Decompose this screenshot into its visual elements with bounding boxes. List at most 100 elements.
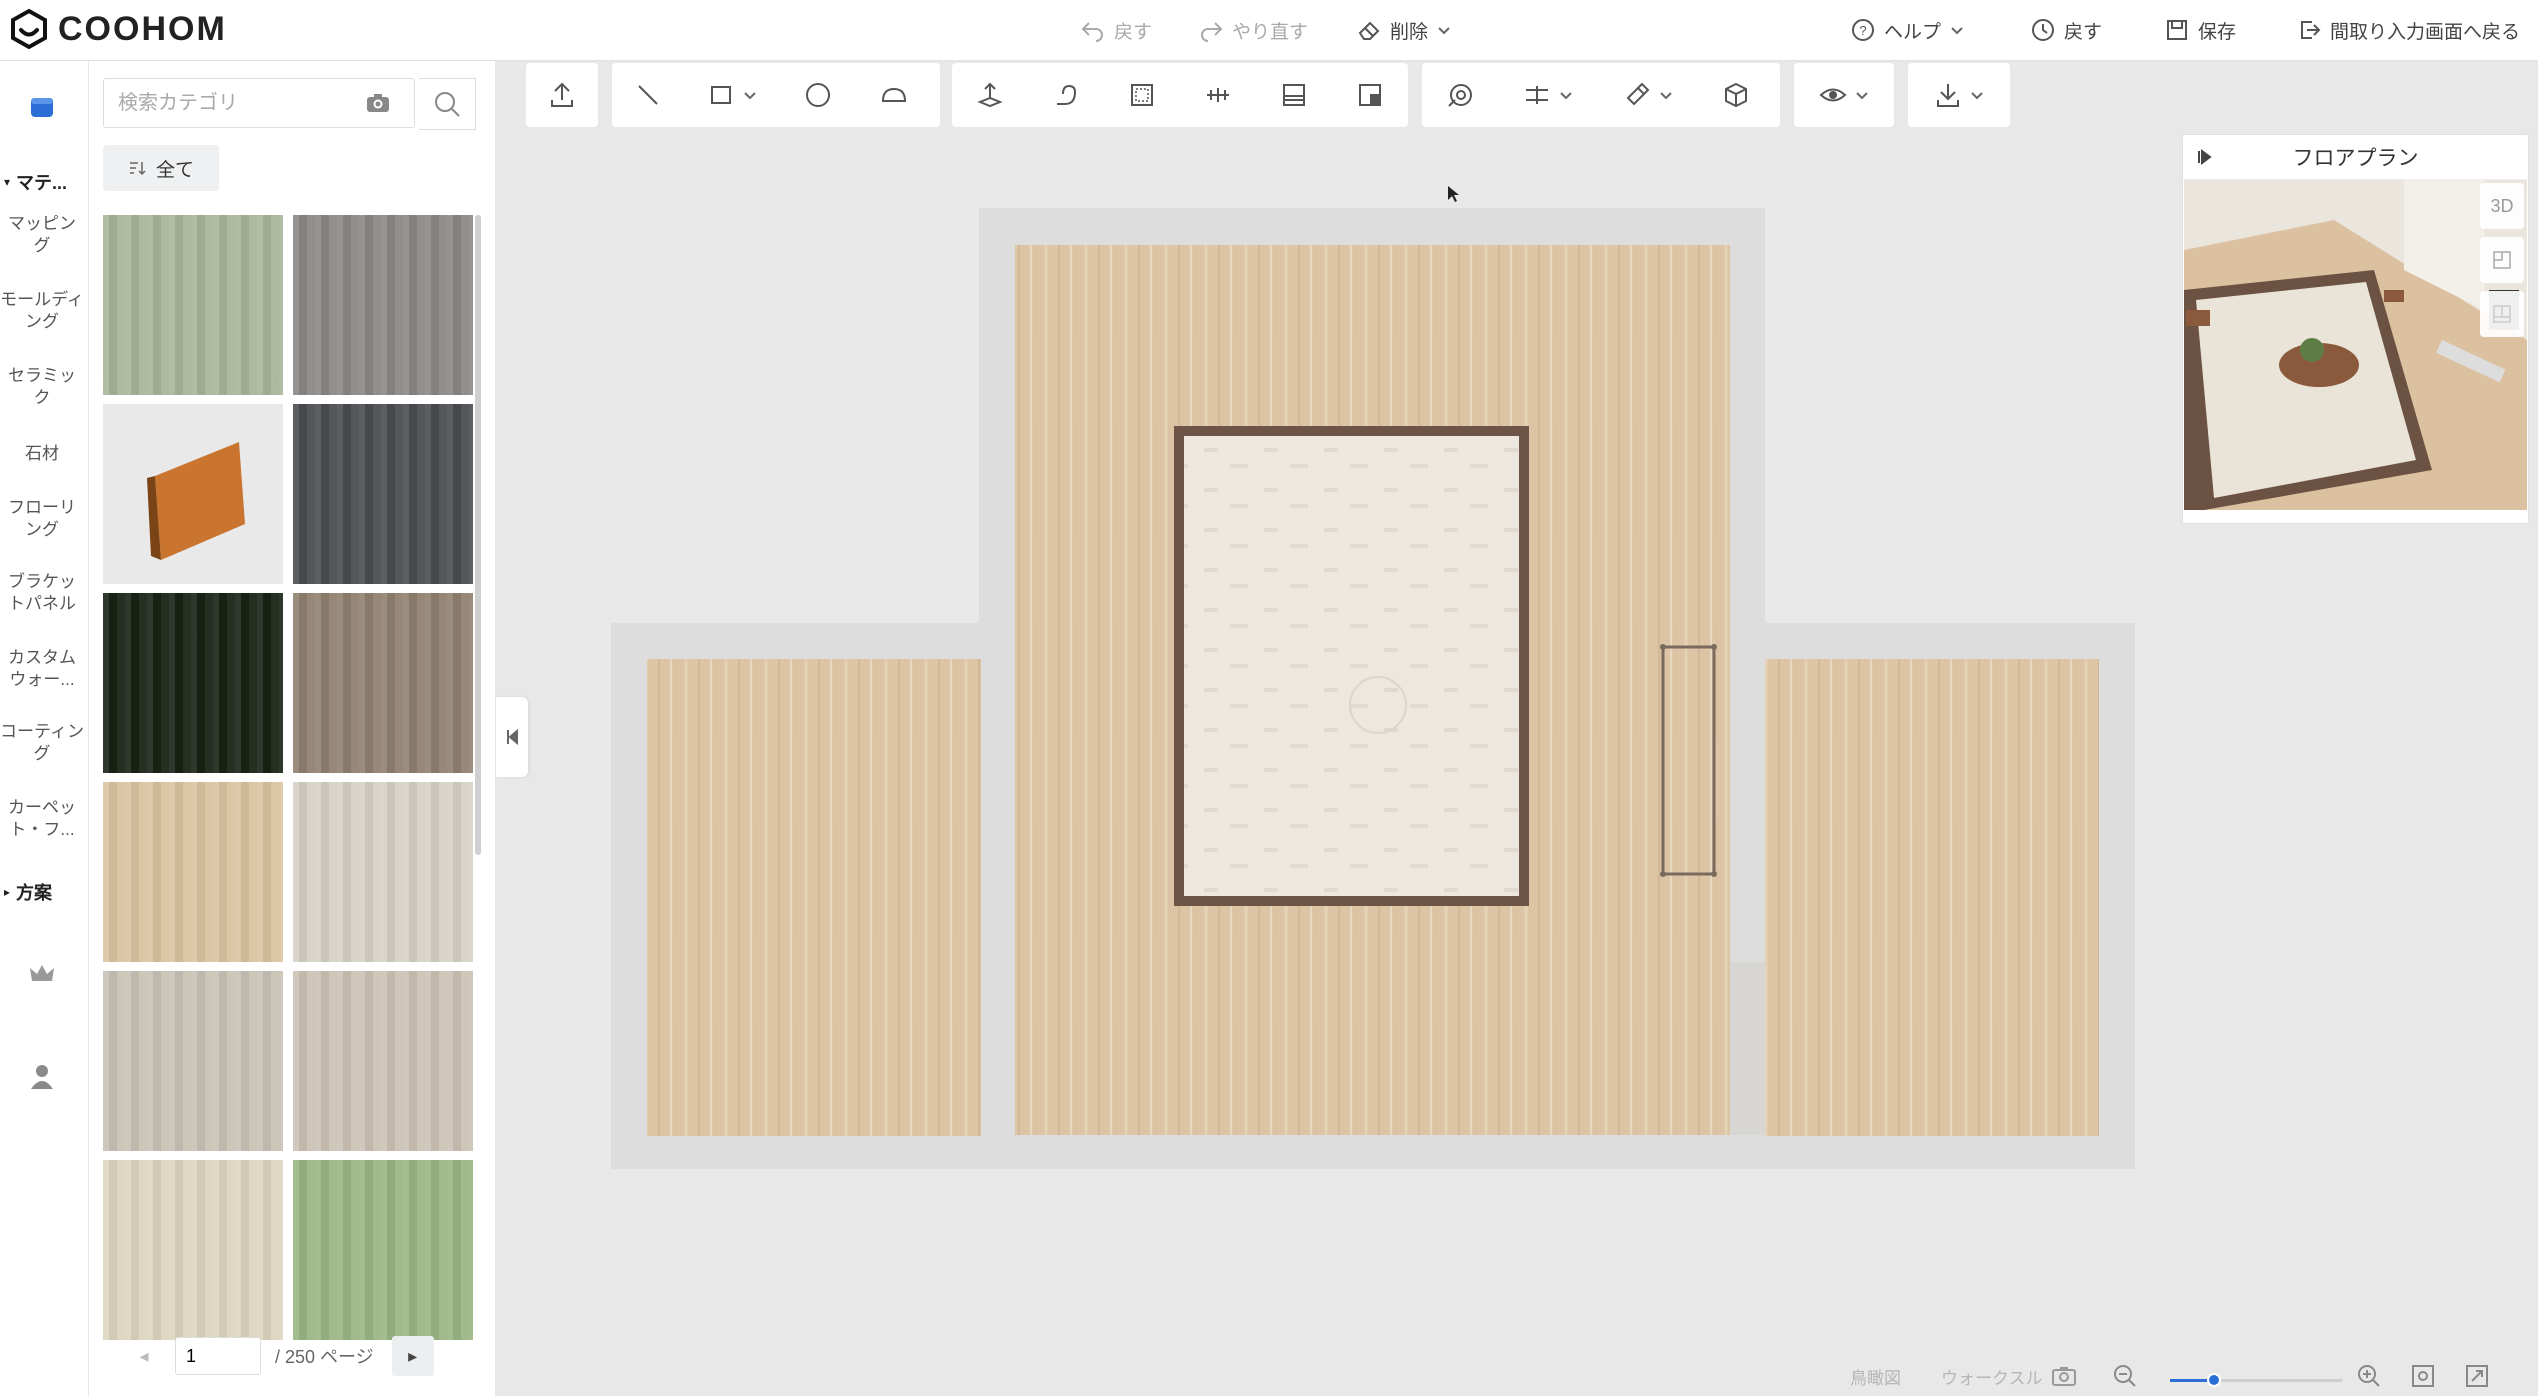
- floor-panel-left[interactable]: [647, 659, 981, 1136]
- undo-button[interactable]: 戻す: [1080, 12, 1152, 48]
- next-page-button[interactable]: ▸: [391, 1336, 434, 1376]
- bird-view-button[interactable]: 鳥瞰図: [1850, 1364, 1901, 1389]
- clock-icon: [2032, 19, 2054, 41]
- user-icon[interactable]: [24, 1059, 60, 1095]
- toolbar-group-measure: [1422, 63, 1780, 127]
- left-rail: ▾ マテ... マッピング モールディング セラミック 石材 フローリング ブラケ…: [0, 61, 89, 1396]
- import-tool[interactable]: [526, 63, 598, 127]
- rail-item-coating[interactable]: コーティング: [0, 721, 84, 765]
- material-swatch-cream-marble[interactable]: [293, 782, 473, 962]
- fit-view-icon[interactable]: [2409, 1362, 2437, 1390]
- line-tool[interactable]: [612, 63, 684, 127]
- history-label: 戻す: [2064, 21, 2103, 43]
- rail-item-custom-wall[interactable]: カスタムウォー...: [0, 647, 84, 691]
- plan-group-header[interactable]: ▸ 方案: [4, 879, 52, 905]
- fullscreen-icon[interactable]: [2463, 1362, 2491, 1390]
- split-tool[interactable]: [1332, 63, 1408, 127]
- rail-item-ceramic[interactable]: セラミック: [0, 365, 84, 409]
- back-to-floorplan-button[interactable]: 間取り入力画面へ戻る: [2296, 12, 2520, 48]
- chevron-down-icon: [744, 92, 756, 100]
- prev-page-button[interactable]: ◂: [129, 1346, 159, 1367]
- select-region-tool[interactable]: [1104, 63, 1180, 127]
- chevron-down-icon: [1438, 27, 1450, 35]
- download-tool[interactable]: [1908, 63, 2010, 127]
- view-elevation-button[interactable]: [2480, 291, 2524, 337]
- coohom-logo-icon: [11, 8, 47, 50]
- zoom-out-icon[interactable]: [2111, 1362, 2139, 1390]
- view-toggle-tool[interactable]: [1794, 63, 1894, 127]
- material-swatch-plaid-fabric[interactable]: [103, 1160, 283, 1340]
- align-tool[interactable]: [1180, 63, 1256, 127]
- material-swatch-gray-fabric[interactable]: [293, 215, 473, 395]
- rail-item-mapping[interactable]: マッピング: [0, 213, 84, 257]
- align-icon: [1207, 88, 1229, 102]
- undo-label: 戻す: [1114, 21, 1153, 43]
- crown-icon[interactable]: [24, 956, 60, 992]
- back-to-floorplan-label: 間取り入力画面へ戻る: [2330, 21, 2521, 43]
- view-plan-button[interactable]: [2480, 237, 2524, 283]
- rail-item-bracket-panel[interactable]: ブラケットパネル: [0, 571, 84, 615]
- rail-item-carpet[interactable]: カーペット・フ...: [0, 797, 84, 841]
- help-button[interactable]: ? ヘルプ: [1850, 12, 1965, 48]
- material-swatch-birch-wood[interactable]: [103, 215, 283, 395]
- filter-all-button[interactable]: 全て: [103, 145, 219, 191]
- model-tool[interactable]: [1698, 63, 1774, 127]
- sweep-tool[interactable]: [1028, 63, 1104, 127]
- search-button[interactable]: [419, 78, 476, 130]
- preview-title: フロアプラン: [2292, 147, 2419, 170]
- floor-panel-right[interactable]: [1765, 659, 2099, 1136]
- toolbar-group-view: [1794, 63, 1894, 127]
- rail-item-stone[interactable]: 石材: [0, 443, 84, 465]
- preview-collapse-button[interactable]: [2183, 148, 2227, 166]
- material-swatch-pale-wood[interactable]: [103, 971, 283, 1151]
- zoom-slider-handle[interactable]: [2207, 1373, 2221, 1387]
- preview-view-buttons: 3D: [2480, 183, 2524, 337]
- screenshot-icon[interactable]: [2049, 1361, 2079, 1391]
- panel-collapse-button[interactable]: [496, 697, 528, 777]
- pattern-tool[interactable]: [1422, 63, 1498, 127]
- delete-button[interactable]: 削除: [1356, 12, 1452, 48]
- page-input[interactable]: [175, 1337, 261, 1375]
- material-grid-scrollbar[interactable]: [475, 215, 481, 855]
- material-swatch-beige-marble[interactable]: [103, 782, 283, 962]
- undo-icon: [1081, 22, 1103, 42]
- zoom-in-icon[interactable]: [2355, 1362, 2383, 1390]
- history-button[interactable]: 戻す: [2030, 12, 2102, 48]
- material-swatch-wood-skirting[interactable]: [103, 404, 283, 584]
- chevron-down-icon: [1971, 92, 1983, 100]
- material-swatch-light-oak[interactable]: [293, 971, 473, 1151]
- extrude-tool[interactable]: [952, 63, 1028, 127]
- floor-gap-tile: [1730, 962, 1765, 1135]
- preview-3d-view[interactable]: [2184, 180, 2527, 510]
- collapse-left-icon: [507, 728, 518, 746]
- search-input[interactable]: [116, 80, 360, 126]
- rail-item-molding[interactable]: モールディング: [0, 289, 84, 333]
- dimension-tool[interactable]: [1498, 63, 1598, 127]
- brand-name: COOHOM: [58, 9, 227, 48]
- dimension-icon: [1526, 86, 1548, 104]
- rectangle-tool[interactable]: [684, 63, 780, 127]
- cube-icon: [1725, 82, 1747, 108]
- save-button[interactable]: 保存: [2164, 12, 2236, 48]
- eye-icon: [1819, 88, 1847, 102]
- rail-item-flooring[interactable]: フローリング: [0, 497, 84, 541]
- redo-button[interactable]: やり直す: [1198, 12, 1308, 48]
- toolbar-group-draw: [612, 63, 940, 127]
- sweep-icon: [1057, 84, 1077, 105]
- material-group-header[interactable]: ▾ マテ...: [4, 169, 67, 195]
- circle-tool[interactable]: [780, 63, 856, 127]
- material-swatch-brown-wood[interactable]: [293, 593, 473, 773]
- logo[interactable]: COOHOM: [8, 8, 227, 50]
- paint-tool[interactable]: [1598, 63, 1698, 127]
- rug[interactable]: [1184, 436, 1519, 896]
- material-swatch-green-felt[interactable]: [293, 1160, 473, 1340]
- walkthrough-button[interactable]: ウォークスル: [1941, 1364, 2043, 1389]
- camera-icon[interactable]: [364, 89, 392, 117]
- material-library-icon[interactable]: [24, 89, 60, 125]
- arc-tool[interactable]: [856, 63, 932, 127]
- material-swatch-dark-stone[interactable]: [293, 404, 473, 584]
- panel-tool[interactable]: [1256, 63, 1332, 127]
- material-swatch-black-green[interactable]: [103, 593, 283, 773]
- arc-icon: [881, 87, 907, 102]
- view-3d-button[interactable]: 3D: [2480, 183, 2524, 229]
